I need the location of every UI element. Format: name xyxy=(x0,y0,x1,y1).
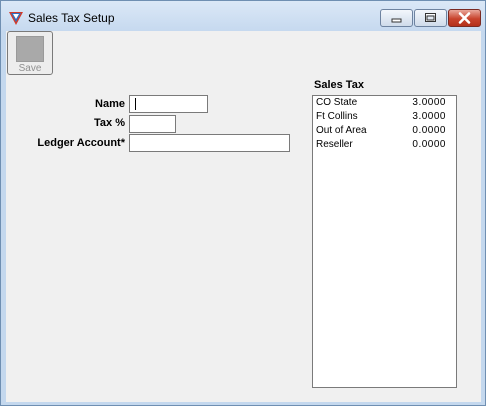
minimize-icon xyxy=(391,18,402,23)
save-button-label: Save xyxy=(18,63,42,74)
close-icon xyxy=(458,12,471,24)
save-icon xyxy=(16,36,44,62)
list-item-name: Out of Area xyxy=(316,125,367,136)
list-item-rate: 3.0000 xyxy=(412,111,446,122)
list-item-name: CO State xyxy=(316,97,358,108)
form-client-area: Save Name Tax % Ledger Account* Sales Ta… xyxy=(6,31,481,402)
title-bar[interactable]: Sales Tax Setup xyxy=(1,1,485,31)
list-item-rate: 0.0000 xyxy=(412,125,446,136)
sales-tax-setup-window: Sales Tax Setup Save Name Tax % Ledger A… xyxy=(0,0,486,406)
text-caret xyxy=(135,98,136,110)
minimize-button[interactable] xyxy=(380,9,413,27)
name-label: Name xyxy=(95,98,125,110)
save-button[interactable]: Save xyxy=(7,31,53,75)
list-item-name: Ft Collins xyxy=(316,111,358,122)
maximize-button[interactable] xyxy=(414,9,447,27)
ledger-account-label: Ledger Account* xyxy=(37,137,125,149)
ledger-account-input[interactable] xyxy=(129,134,290,152)
close-button[interactable] xyxy=(448,9,481,27)
tax-percent-label: Tax % xyxy=(94,117,125,129)
list-item-rate: 0.0000 xyxy=(412,139,446,150)
tax-percent-input[interactable] xyxy=(129,115,176,133)
list-item[interactable]: Ft Collins 3.0000 xyxy=(315,111,454,125)
list-item-name: Reseller xyxy=(316,139,353,150)
list-item[interactable]: Reseller 0.0000 xyxy=(315,139,454,153)
sales-tax-list-title: Sales Tax xyxy=(314,79,364,91)
sales-tax-list[interactable]: CO State 3.0000 Ft Collins 3.0000 Out of… xyxy=(312,95,457,388)
list-item[interactable]: Out of Area 0.0000 xyxy=(315,125,454,139)
list-item-rate: 3.0000 xyxy=(412,97,446,108)
maximize-icon xyxy=(425,13,436,22)
name-input[interactable] xyxy=(129,95,208,113)
window-title: Sales Tax Setup xyxy=(28,11,115,25)
list-item[interactable]: CO State 3.0000 xyxy=(315,97,454,111)
app-icon[interactable] xyxy=(8,10,24,26)
